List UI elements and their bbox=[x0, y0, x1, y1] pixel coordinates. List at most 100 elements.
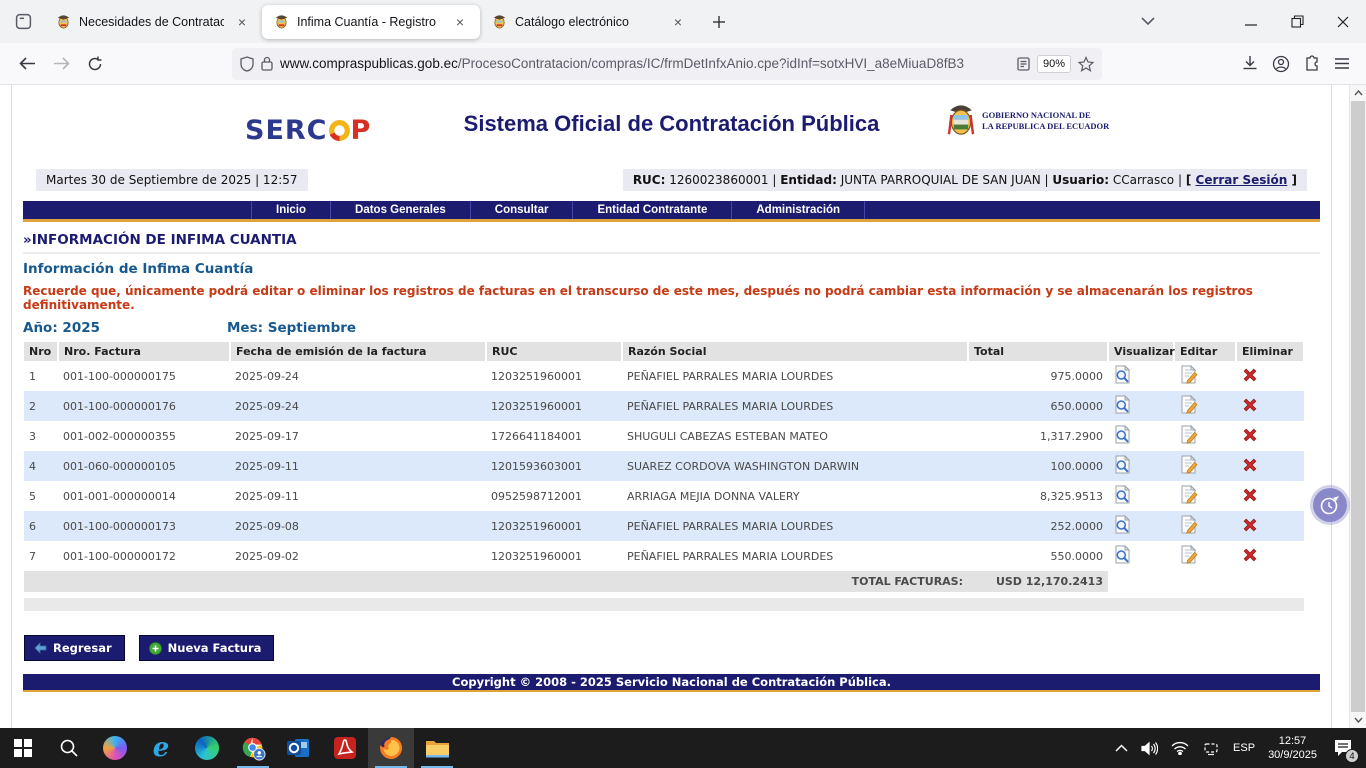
visualizar-icon[interactable] bbox=[1113, 365, 1132, 384]
logout-link[interactable]: Cerrar Sesión bbox=[1196, 173, 1288, 187]
clock[interactable]: 12:57 30/9/2025 bbox=[1268, 734, 1317, 763]
volume-icon[interactable] bbox=[1141, 741, 1158, 756]
close-window-button[interactable] bbox=[1320, 0, 1366, 43]
nav-item-inicio[interactable]: Inicio bbox=[251, 201, 330, 219]
file-explorer-icon[interactable] bbox=[414, 728, 460, 768]
list-all-tabs-icon[interactable] bbox=[1128, 0, 1168, 43]
downloads-icon[interactable] bbox=[1242, 55, 1258, 72]
eliminar-icon[interactable] bbox=[1241, 426, 1260, 445]
reload-icon[interactable] bbox=[78, 48, 112, 80]
wifi-icon[interactable] bbox=[1171, 741, 1189, 755]
cell-factura: 001-060-000000105 bbox=[58, 451, 230, 481]
site-favicon bbox=[56, 14, 71, 29]
browser-tab-1[interactable]: Necesidades de Contratación y × bbox=[44, 5, 262, 39]
browser-tab-3[interactable]: Catálogo electrónico × bbox=[480, 5, 698, 39]
bookmark-star-icon[interactable] bbox=[1078, 56, 1094, 72]
screen-time-overlay-button[interactable] bbox=[1313, 488, 1347, 522]
tab-close-icon[interactable]: × bbox=[450, 12, 470, 32]
address-bar[interactable]: www.compraspublicas.gob.ec/ProcesoContra… bbox=[232, 48, 1102, 80]
eliminar-icon[interactable] bbox=[1241, 486, 1260, 505]
cell-factura: 001-100-000000172 bbox=[58, 541, 230, 571]
editar-icon[interactable] bbox=[1179, 395, 1198, 414]
eliminar-icon[interactable] bbox=[1241, 456, 1260, 475]
tracking-shield-icon[interactable] bbox=[240, 56, 254, 72]
back-icon[interactable] bbox=[10, 48, 44, 80]
minimize-button[interactable] bbox=[1228, 0, 1274, 43]
browser-toolbar: www.compraspublicas.gob.ec/ProcesoContra… bbox=[0, 43, 1366, 85]
scrollbar-thumb[interactable] bbox=[1351, 101, 1365, 712]
meet-now-icon[interactable] bbox=[1202, 741, 1220, 756]
gov-line2: LA REPUBLICA DEL ECUADOR bbox=[982, 121, 1109, 132]
cell-ruc: 1203251960001 bbox=[486, 361, 622, 391]
restore-button[interactable] bbox=[1274, 0, 1320, 43]
visualizar-icon[interactable] bbox=[1113, 515, 1132, 534]
total-label: TOTAL FACTURAS: bbox=[24, 571, 968, 592]
editar-icon[interactable] bbox=[1179, 485, 1198, 504]
visualizar-icon[interactable] bbox=[1113, 395, 1132, 414]
extensions-icon[interactable] bbox=[1304, 55, 1320, 72]
editar-icon[interactable] bbox=[1179, 365, 1198, 384]
new-tab-button[interactable] bbox=[704, 7, 734, 37]
cell-nro: 7 bbox=[24, 541, 58, 571]
cell-fecha: 2025-09-24 bbox=[230, 361, 486, 391]
cell-total: 650.0000 bbox=[968, 391, 1108, 421]
visualizar-icon[interactable] bbox=[1113, 455, 1132, 474]
acrobat-icon[interactable] bbox=[322, 728, 368, 768]
nav-item-administracion[interactable]: Administración bbox=[731, 201, 865, 219]
browser-tab-2-active[interactable]: Infima Cuantía - Registro × bbox=[262, 5, 480, 39]
year-month-row: Año: 2025 Mes: Septiembre bbox=[23, 320, 1320, 336]
warning-text: Recuerde que, únicamente podrá editar o … bbox=[23, 284, 1320, 312]
tab-title: Infima Cuantía - Registro bbox=[297, 15, 442, 29]
tab-close-icon[interactable]: × bbox=[232, 12, 252, 32]
zoom-level-indicator[interactable]: 90% bbox=[1037, 55, 1071, 73]
cell-ruc: 1203251960001 bbox=[486, 391, 622, 421]
editar-icon[interactable] bbox=[1179, 455, 1198, 474]
copilot-icon[interactable] bbox=[92, 728, 138, 768]
notification-center-icon[interactable]: 4 bbox=[1330, 735, 1356, 761]
internet-explorer-icon[interactable]: e bbox=[138, 728, 184, 768]
visualizar-icon[interactable] bbox=[1113, 485, 1132, 504]
url-text[interactable]: www.compraspublicas.gob.ec/ProcesoContra… bbox=[280, 56, 1010, 71]
nueva-factura-button[interactable]: Nueva Factura bbox=[139, 635, 275, 661]
chrome-icon[interactable] bbox=[230, 728, 276, 768]
firefox-view-icon[interactable] bbox=[8, 7, 38, 37]
language-indicator[interactable]: ESP bbox=[1233, 742, 1255, 754]
firefox-icon[interactable] bbox=[368, 728, 414, 768]
eliminar-icon[interactable] bbox=[1241, 516, 1260, 535]
scroll-down-icon[interactable] bbox=[1350, 712, 1366, 728]
table-row: 1 001-100-000000175 2025-09-24 120325196… bbox=[24, 361, 1304, 391]
menu-icon[interactable] bbox=[1334, 57, 1350, 70]
site-header: SERCP Sistema Oficial de Contratación Pú… bbox=[23, 85, 1320, 163]
cell-total: 975.0000 bbox=[968, 361, 1108, 391]
start-button[interactable] bbox=[0, 728, 46, 768]
forward-icon[interactable] bbox=[44, 48, 78, 80]
reader-mode-icon[interactable] bbox=[1017, 57, 1030, 71]
nav-item-entidad-contratante[interactable]: Entidad Contratante bbox=[572, 201, 731, 219]
editar-icon[interactable] bbox=[1179, 545, 1198, 564]
eliminar-icon[interactable] bbox=[1241, 396, 1260, 415]
col-eliminar: Eliminar bbox=[1236, 342, 1304, 361]
edge-icon[interactable] bbox=[184, 728, 230, 768]
tab-close-icon[interactable]: × bbox=[668, 12, 688, 32]
section-title: Información de Infima Cuantía bbox=[23, 261, 1320, 277]
editar-icon[interactable] bbox=[1179, 425, 1198, 444]
editar-icon[interactable] bbox=[1179, 515, 1198, 534]
tray-expand-icon[interactable] bbox=[1115, 744, 1128, 752]
browser-tab-strip: Necesidades de Contratación y × Infima C… bbox=[0, 0, 1366, 43]
outlook-icon[interactable] bbox=[276, 728, 322, 768]
search-icon[interactable] bbox=[46, 728, 92, 768]
cell-ruc: 1203251960001 bbox=[486, 541, 622, 571]
cell-fecha: 2025-09-24 bbox=[230, 391, 486, 421]
nav-item-datos-generales[interactable]: Datos Generales bbox=[330, 201, 470, 219]
scroll-up-icon[interactable] bbox=[1350, 85, 1366, 101]
page-scrollbar[interactable] bbox=[1349, 85, 1366, 728]
visualizar-icon[interactable] bbox=[1113, 425, 1132, 444]
eliminar-icon[interactable] bbox=[1241, 366, 1260, 385]
visualizar-icon[interactable] bbox=[1113, 545, 1132, 564]
lock-icon[interactable] bbox=[261, 56, 273, 71]
account-icon[interactable] bbox=[1272, 55, 1290, 73]
nav-item-consultar[interactable]: Consultar bbox=[470, 201, 573, 219]
regresar-button[interactable]: Regresar bbox=[24, 635, 125, 661]
tab-title: Catálogo electrónico bbox=[515, 15, 660, 29]
eliminar-icon[interactable] bbox=[1241, 546, 1260, 565]
